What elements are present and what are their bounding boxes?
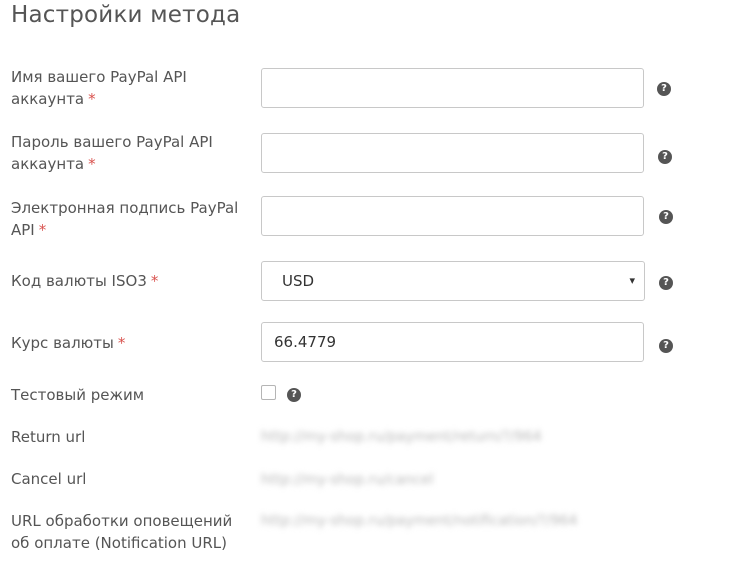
currency-code-select[interactable]: USD ▾ bbox=[261, 261, 645, 301]
api-password-input[interactable] bbox=[261, 133, 644, 173]
return-url-label: Return url bbox=[11, 428, 86, 446]
notification-url-value: http://my-shop.ru/payment/notification/?… bbox=[261, 513, 578, 529]
help-icon[interactable]: ? bbox=[659, 276, 673, 290]
api-signature-input[interactable] bbox=[261, 196, 644, 236]
cancel-url-label: Cancel url bbox=[11, 470, 87, 488]
return-url-value: http://my-shop.ru/payment/return/?/964 bbox=[261, 429, 542, 445]
api-username-input[interactable] bbox=[261, 68, 644, 108]
api-signature-label: Электронная подпись PayPal API * bbox=[11, 199, 239, 239]
help-icon[interactable]: ? bbox=[658, 150, 672, 164]
currency-rate-input[interactable] bbox=[261, 322, 644, 362]
required-mark: * bbox=[117, 334, 126, 352]
currency-code-value: USD bbox=[282, 272, 315, 290]
required-mark: * bbox=[38, 221, 47, 239]
page-title: Настройки метода bbox=[11, 2, 241, 28]
test-mode-label: Тестовый режим bbox=[11, 386, 145, 404]
help-icon[interactable]: ? bbox=[659, 210, 673, 224]
currency-rate-label: Курс валюты * bbox=[11, 334, 126, 352]
api-username-label: Имя вашего PayPal API аккаунта * bbox=[11, 68, 187, 108]
test-mode-checkbox[interactable] bbox=[261, 385, 276, 400]
notification-url-label: URL обработки оповещений об оплате (Noti… bbox=[11, 512, 233, 552]
required-mark: * bbox=[88, 90, 96, 108]
help-icon[interactable]: ? bbox=[287, 388, 301, 402]
api-password-label: Пароль вашего PayPal API аккаунта * bbox=[11, 133, 213, 173]
help-icon[interactable]: ? bbox=[659, 339, 673, 353]
cancel-url-value: http://my-shop.ru/cancel bbox=[261, 472, 434, 488]
currency-code-label: Код валюты ISO3 * bbox=[11, 272, 159, 290]
required-mark: * bbox=[88, 155, 96, 173]
chevron-down-icon: ▾ bbox=[629, 274, 635, 287]
help-icon[interactable]: ? bbox=[657, 82, 671, 96]
required-mark: * bbox=[150, 272, 159, 290]
